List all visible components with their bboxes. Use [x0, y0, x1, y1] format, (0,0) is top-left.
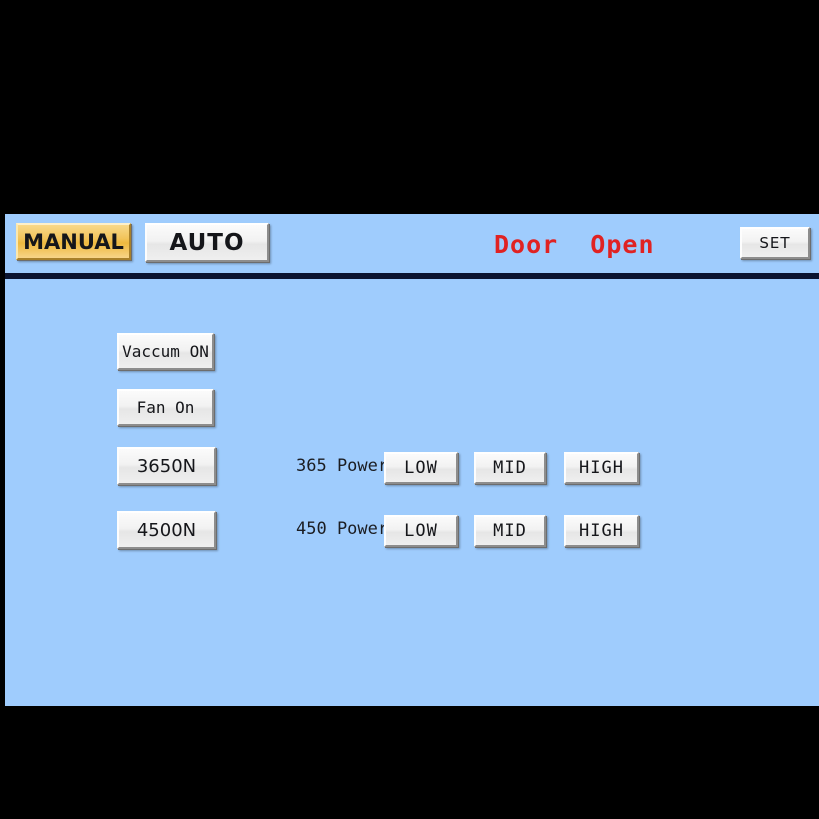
power-450-high-button[interactable]: HIGH — [564, 515, 639, 547]
lamp-button-4500n[interactable]: 4500N — [117, 511, 216, 549]
set-button[interactable]: SET — [740, 227, 810, 259]
device-screen: MANUAL AUTO Door Open SET Vaccum ON Fan … — [0, 0, 819, 819]
power-365-high-button[interactable]: HIGH — [564, 452, 639, 484]
power-450-low-button[interactable]: LOW — [384, 515, 458, 547]
fan-on-button[interactable]: Fan On — [117, 389, 214, 426]
control-area: Vaccum ON Fan On 3650N 4500N 365 Power L… — [5, 279, 819, 706]
power-365-mid-button[interactable]: MID — [474, 452, 546, 484]
vacuum-on-button[interactable]: Vaccum ON — [117, 333, 214, 370]
mode-button-auto[interactable]: AUTO — [145, 223, 269, 262]
lamp-button-3650n[interactable]: 3650N — [117, 447, 216, 485]
hmi-panel: MANUAL AUTO Door Open SET Vaccum ON Fan … — [5, 214, 819, 706]
power-365-low-button[interactable]: LOW — [384, 452, 458, 484]
power-450-mid-button[interactable]: MID — [474, 515, 546, 547]
power-label-450: 450 Power — [296, 519, 389, 539]
mode-button-manual[interactable]: MANUAL — [16, 223, 131, 260]
power-label-365: 365 Power — [296, 456, 389, 476]
header-bar: MANUAL AUTO Door Open SET — [5, 214, 819, 273]
door-status-text: Door Open — [494, 230, 655, 259]
